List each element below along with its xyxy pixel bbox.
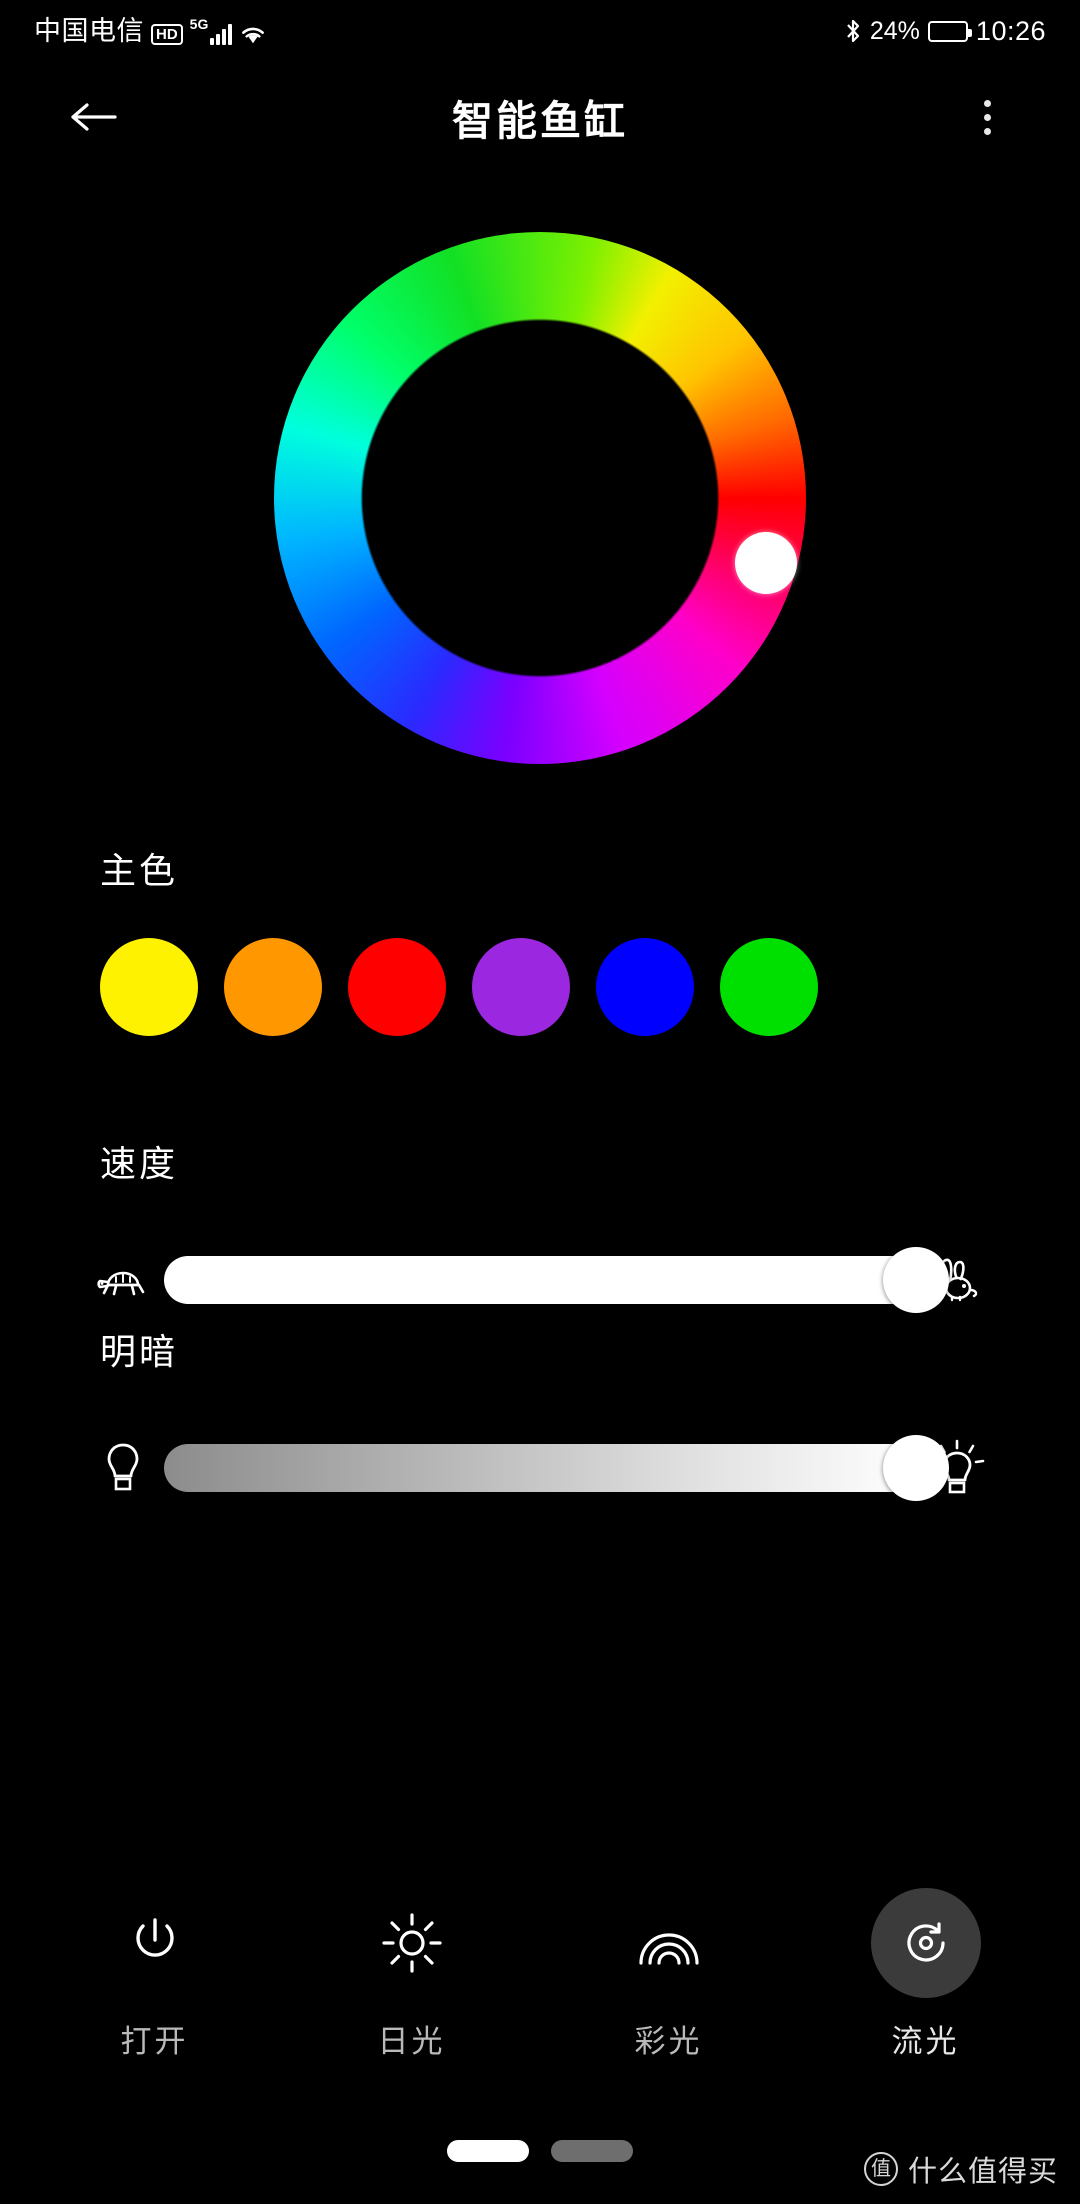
brightness-slider-thumb[interactable]	[883, 1435, 949, 1501]
bluetooth-icon	[844, 18, 862, 44]
watermark: 值 什么值得买	[863, 2148, 1058, 2190]
speed-slider-row	[0, 1235, 1080, 1325]
dim-bulb-icon	[88, 1433, 158, 1503]
main-color-label: 主色	[100, 850, 179, 891]
battery-icon	[927, 20, 972, 42]
sun-icon	[357, 1888, 467, 1998]
color-wheel-center	[363, 321, 717, 675]
network-type-label: 5G	[189, 15, 209, 32]
speed-slider-thumb[interactable]	[883, 1247, 949, 1313]
speed-label: 速度	[100, 1143, 179, 1184]
swatch-orange[interactable]	[224, 938, 322, 1036]
status-bar-left: 中国电信 HD 5G	[34, 15, 267, 46]
mode-button-2[interactable]: 彩光	[569, 1888, 769, 2061]
home-pill-gray[interactable]	[551, 2140, 633, 2162]
swatch-red[interactable]	[348, 938, 446, 1036]
back-button[interactable]	[60, 84, 126, 150]
brightness-label: 明暗	[100, 1331, 179, 1372]
mode-button-label: 流光	[891, 2024, 960, 2059]
color-wheel-handle[interactable]	[735, 532, 797, 594]
flowing-light-icon	[870, 1888, 981, 1998]
bottom-mode-bar: 打开 日光 彩光 流光	[0, 1888, 1080, 2088]
app-bar: 智能鱼缸	[0, 62, 1080, 172]
speed-slider-track[interactable]	[164, 1256, 916, 1304]
clock-label: 10:26	[975, 15, 1046, 46]
more-vertical-icon-dot	[983, 113, 991, 121]
color-wheel-area	[0, 232, 1080, 792]
overflow-menu-button[interactable]	[954, 84, 1020, 150]
watermark-text: 什么值得买	[907, 2156, 1058, 2188]
battery-percent-label: 24%	[869, 16, 920, 45]
app-screen: 中国电信 HD 5G 24% 10:26 智能鱼缸 主色 速度 明暗 打开 日光…	[0, 0, 1080, 2204]
status-bar-right: 24% 10:26	[844, 16, 1046, 47]
signal-bars-icon	[210, 22, 233, 45]
home-indicator	[447, 2140, 633, 2162]
speed-slider-track-wrap[interactable]	[164, 1247, 949, 1313]
carrier-label: 中国电信	[34, 15, 144, 46]
watermark-logo-icon: 值	[863, 2152, 898, 2186]
power-icon	[100, 1888, 210, 1998]
swatch-blue[interactable]	[596, 938, 694, 1036]
swatch-yellow[interactable]	[100, 938, 198, 1036]
page-title: 智能鱼缸	[452, 98, 628, 144]
brightness-slider-track-wrap[interactable]	[164, 1435, 949, 1501]
main-color-swatch-row	[100, 938, 818, 1036]
mode-button-3[interactable]: 流光	[826, 1888, 1026, 2061]
home-pill-white[interactable]	[447, 2140, 529, 2162]
mode-button-0[interactable]: 打开	[55, 1888, 255, 2061]
mode-button-label: 日光	[377, 2024, 446, 2059]
swatch-green[interactable]	[720, 938, 818, 1036]
brightness-slider-track[interactable]	[164, 1444, 916, 1492]
wifi-icon	[239, 23, 267, 45]
mode-button-1[interactable]: 日光	[312, 1888, 512, 2061]
more-vertical-icon-dot	[983, 99, 991, 107]
turtle-icon	[88, 1245, 158, 1315]
hd-badge: HD	[151, 23, 183, 45]
more-vertical-icon-dot	[983, 127, 991, 135]
status-bar: 中国电信 HD 5G 24% 10:26	[0, 0, 1080, 62]
mode-button-label: 打开	[120, 2024, 189, 2059]
back-arrow-icon	[71, 103, 117, 131]
color-wheel[interactable]	[274, 232, 806, 764]
rainbow-icon	[614, 1888, 724, 1998]
brightness-slider-row	[0, 1423, 1080, 1513]
signal-indicator: 5G	[190, 17, 233, 45]
mode-button-label: 彩光	[634, 2024, 703, 2059]
swatch-purple[interactable]	[472, 938, 570, 1036]
